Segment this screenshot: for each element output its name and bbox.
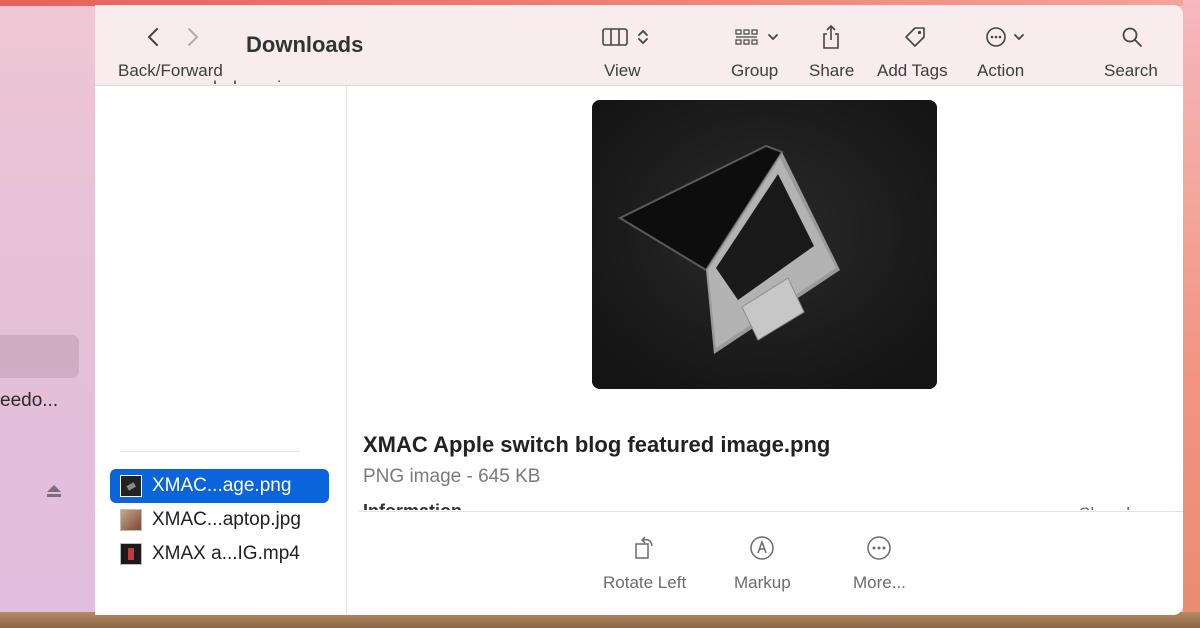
ellipsis-circle-icon [986, 27, 1006, 47]
finder-window: Back/Forward Downloads View Group Share … [95, 5, 1183, 615]
file-name-cut[interactable]: rooneroledo ruzip [151, 78, 291, 84]
chevron-down-icon [1014, 34, 1024, 41]
search-icon [1122, 27, 1142, 47]
rotate-left-icon [634, 536, 653, 559]
ellipsis-circle-icon [867, 536, 892, 560]
file-name: XMAC...aptop.jpg [152, 509, 301, 530]
group-label: Group [731, 61, 779, 80]
list-item[interactable]: XMAC...age.png [110, 469, 329, 503]
markup-label: Markup [734, 573, 791, 592]
chevron-right-icon [188, 28, 199, 46]
window-title: Downloads [246, 32, 364, 57]
view-label: View [604, 61, 641, 80]
add-tags-button[interactable] [901, 23, 929, 51]
finder-sidebar: eedo... [0, 6, 95, 612]
add-tags-label: Add Tags [877, 61, 948, 80]
group-button[interactable] [732, 25, 782, 49]
share-label: Share [809, 61, 855, 80]
tag-icon [905, 27, 925, 47]
action-label: Action [977, 61, 1025, 80]
more-button[interactable]: More... [853, 535, 906, 593]
eject-icon[interactable] [46, 484, 62, 498]
group-icon [735, 29, 758, 45]
markup-icon [750, 536, 775, 560]
desktop-wallpaper-edge [1183, 0, 1200, 628]
search-label: Search [1104, 61, 1158, 80]
rotate-left-label: Rotate Left [603, 573, 687, 592]
laptop-image [592, 100, 937, 389]
information-heading: Information [363, 501, 462, 510]
list-item[interactable]: XMAC...aptop.jpg [110, 503, 329, 537]
list-divider [120, 451, 300, 452]
rotate-left-button[interactable]: Rotate Left [603, 535, 686, 593]
chevron-updown-icon [638, 29, 648, 45]
search-button[interactable] [1119, 24, 1145, 50]
share-icon [823, 24, 839, 49]
sidebar-selected-item[interactable] [0, 335, 79, 378]
column-view-icon [602, 28, 628, 46]
sidebar-item-label[interactable]: eedo... [0, 390, 58, 412]
more-label: More... [853, 573, 906, 592]
preview-file-meta: PNG image - 645 KB [363, 466, 541, 487]
view-button[interactable] [598, 25, 654, 49]
file-name: XMAX a...IG.mp4 [152, 543, 300, 564]
chevron-left-icon [147, 28, 158, 46]
preview-image [592, 100, 937, 389]
list-item[interactable]: XMAX a...IG.mp4 [110, 537, 329, 571]
back-button[interactable] [141, 25, 165, 49]
chevron-down-icon [768, 34, 778, 41]
file-thumbnail [120, 475, 142, 497]
file-thumbnail [120, 509, 142, 531]
toolbar: Back/Forward Downloads View Group Share … [95, 5, 1183, 86]
file-name: XMAC...age.png [152, 475, 292, 496]
preview-file-name: XMAC Apple switch blog featured image.pn… [363, 432, 831, 457]
action-button[interactable] [980, 25, 1030, 49]
show-less-link[interactable]: Show less [1079, 504, 1156, 510]
preview-divider [359, 511, 1183, 512]
file-thumbnail [120, 543, 142, 565]
share-button[interactable] [819, 23, 843, 51]
markup-button[interactable]: Markup [734, 535, 791, 593]
file-list-pane: rooneroledo ruzip XMAC...age.png XMAC...… [95, 78, 347, 615]
forward-button[interactable] [181, 25, 205, 49]
